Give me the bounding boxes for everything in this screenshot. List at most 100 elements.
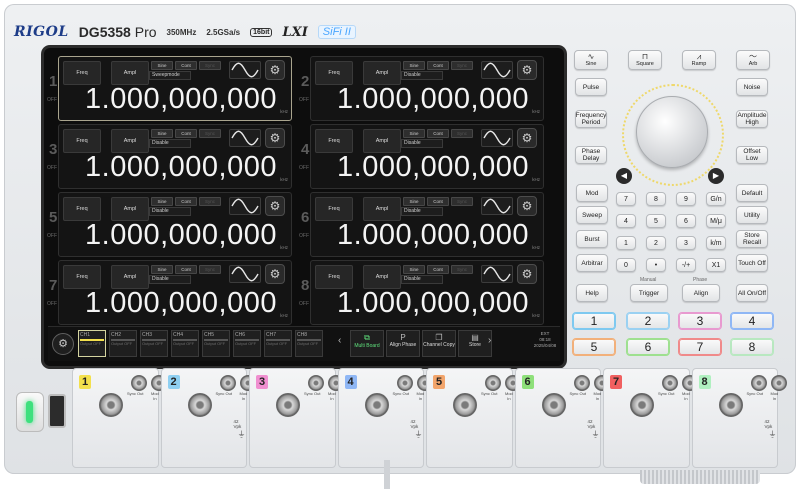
- freq-tab[interactable]: Freq: [63, 197, 101, 221]
- ampl-tab[interactable]: Ampl: [111, 265, 149, 289]
- channel-card-5[interactable]: 5 OFF Freq Ampl Sine Cont Sync Disable ⚙…: [47, 192, 292, 257]
- frequency-value[interactable]: 1.000,000,000: [85, 287, 277, 320]
- bnc-output-connector[interactable]: [718, 393, 743, 417]
- channel-button-3[interactable]: 3: [678, 312, 722, 330]
- waveform-button-3[interactable]: ⩘ Ramp: [682, 50, 716, 70]
- sync-out-connector[interactable]: [573, 375, 590, 391]
- bnc-output-connector[interactable]: [541, 393, 566, 417]
- gear-icon[interactable]: ⚙: [265, 264, 285, 284]
- sync-out-connector[interactable]: [662, 375, 678, 391]
- waveform-chip[interactable]: Sine: [403, 197, 425, 206]
- freq-tab[interactable]: Freq: [315, 197, 353, 221]
- mode-chip[interactable]: Cont: [427, 129, 449, 138]
- freq-tab[interactable]: Freq: [63, 61, 101, 85]
- keypad-key-15[interactable]: -/+: [676, 258, 696, 272]
- keypad-key-9[interactable]: 1: [616, 236, 636, 250]
- sync-out-connector[interactable]: [396, 375, 413, 391]
- status-tab-ch2[interactable]: CH2 Output OFF: [109, 330, 137, 357]
- channel-card-3[interactable]: 3 OFF Freq Ampl Sine Cont Sync Disable ⚙…: [47, 124, 292, 189]
- frequency-value[interactable]: 1.000,000,000: [85, 83, 277, 116]
- channel-button-8[interactable]: 8: [730, 338, 774, 356]
- waveform-chip[interactable]: Sine: [403, 129, 425, 138]
- waveform-chip[interactable]: Sine: [151, 265, 173, 274]
- left-button-3[interactable]: Phase Delay: [575, 146, 607, 164]
- keypad-key-12[interactable]: k/m: [706, 236, 726, 250]
- sync-chip[interactable]: Sync: [199, 129, 221, 138]
- mod-in-connector[interactable]: [770, 375, 787, 391]
- keypad-key-7[interactable]: 6: [676, 214, 696, 228]
- sync-chip[interactable]: Sync: [199, 197, 221, 206]
- menu-button-1[interactable]: Mod: [576, 184, 608, 202]
- waveform-chip[interactable]: Sine: [403, 61, 425, 70]
- bnc-output-connector[interactable]: [364, 393, 389, 417]
- frequency-value[interactable]: 1.000,000,000: [337, 83, 529, 116]
- waveform-chip[interactable]: Sine: [151, 129, 173, 138]
- ampl-tab[interactable]: Ampl: [363, 265, 401, 289]
- frequency-value[interactable]: 1.000,000,000: [337, 151, 529, 184]
- function-button-4[interactable]: ▤ Store: [458, 330, 492, 357]
- bnc-output-connector[interactable]: [187, 393, 212, 417]
- usb-port[interactable]: [48, 394, 66, 428]
- status-tab-ch8[interactable]: CH8 Output OFF: [295, 330, 323, 357]
- gear-icon[interactable]: ⚙: [517, 196, 537, 216]
- keypad-key-14[interactable]: •: [646, 258, 666, 272]
- keypad-key-6[interactable]: 5: [646, 214, 666, 228]
- keypad-key-16[interactable]: X1: [706, 258, 726, 272]
- sync-out-connector[interactable]: [485, 375, 501, 391]
- status-tab-ch7[interactable]: CH7 Output OFF: [264, 330, 292, 357]
- right-button-2[interactable]: Amplitude High: [736, 110, 768, 128]
- ampl-tab[interactable]: Ampl: [111, 61, 149, 85]
- sync-chip[interactable]: Sync: [451, 61, 473, 70]
- frequency-value[interactable]: 1.000,000,000: [337, 219, 529, 252]
- right-button-1[interactable]: Noise: [736, 78, 768, 96]
- right-button-3[interactable]: Offset Low: [736, 146, 768, 164]
- sync-chip[interactable]: Sync: [451, 265, 473, 274]
- chevron-left-icon[interactable]: ‹: [338, 335, 341, 346]
- waveform-chip[interactable]: Sine: [151, 197, 173, 206]
- keypad-key-5[interactable]: 4: [616, 214, 636, 228]
- channel-button-2[interactable]: 2: [626, 312, 670, 330]
- ampl-tab[interactable]: Ampl: [363, 197, 401, 221]
- home-icon[interactable]: ⚙: [52, 333, 74, 355]
- system-button-4[interactable]: Touch Off: [736, 254, 768, 272]
- channel-card-1[interactable]: 1 OFF Freq Ampl Sine Cont Sync Sweepmode…: [47, 56, 292, 121]
- sync-out-connector[interactable]: [308, 375, 324, 391]
- trigger-button[interactable]: Trigger: [630, 284, 668, 302]
- function-button-2[interactable]: P Align Phase: [386, 330, 420, 357]
- channel-card-7[interactable]: 7 OFF Freq Ampl Sine Cont Sync Disable ⚙…: [47, 260, 292, 325]
- channel-button-7[interactable]: 7: [678, 338, 722, 356]
- sync-out-connector[interactable]: [219, 375, 236, 391]
- sync-chip[interactable]: Sync: [199, 61, 221, 70]
- ampl-tab[interactable]: Ampl: [363, 129, 401, 153]
- sync-out-connector[interactable]: [750, 375, 767, 391]
- mode-chip[interactable]: Cont: [175, 61, 197, 70]
- channel-button-4[interactable]: 4: [730, 312, 774, 330]
- keypad-key-8[interactable]: M/μ: [706, 214, 726, 228]
- bnc-output-connector[interactable]: [453, 393, 477, 417]
- gear-icon[interactable]: ⚙: [265, 60, 285, 80]
- channel-card-2[interactable]: 2 OFF Freq Ampl Sine Cont Sync Disable ⚙…: [299, 56, 544, 121]
- arrow-left-button[interactable]: ◀: [616, 168, 632, 184]
- waveform-chip[interactable]: Sine: [403, 265, 425, 274]
- ampl-tab[interactable]: Ampl: [363, 61, 401, 85]
- all-on-off-button[interactable]: All On/Off: [736, 284, 768, 302]
- align-button[interactable]: Align: [682, 284, 720, 302]
- mode-chip[interactable]: Cont: [427, 265, 449, 274]
- bnc-output-connector[interactable]: [276, 393, 300, 417]
- function-button-1[interactable]: ⧉ Multi Board: [350, 330, 384, 357]
- bnc-output-connector[interactable]: [99, 393, 123, 417]
- channel-button-1[interactable]: 1: [572, 312, 616, 330]
- gear-icon[interactable]: ⚙: [265, 128, 285, 148]
- sync-chip[interactable]: Sync: [451, 197, 473, 206]
- status-tab-ch3[interactable]: CH3 Output OFF: [140, 330, 168, 357]
- waveform-button-1[interactable]: ∿ Sine: [574, 50, 608, 70]
- rotary-knob[interactable]: [636, 96, 708, 168]
- keypad-key-11[interactable]: 3: [676, 236, 696, 250]
- menu-button-4[interactable]: Arbitrar: [576, 254, 608, 272]
- ampl-tab[interactable]: Ampl: [111, 197, 149, 221]
- channel-button-6[interactable]: 6: [626, 338, 670, 356]
- system-button-2[interactable]: Utility: [736, 206, 768, 224]
- ampl-tab[interactable]: Ampl: [111, 129, 149, 153]
- menu-button-2[interactable]: Sweep: [576, 206, 608, 224]
- channel-card-8[interactable]: 8 OFF Freq Ampl Sine Cont Sync Disable ⚙…: [299, 260, 544, 325]
